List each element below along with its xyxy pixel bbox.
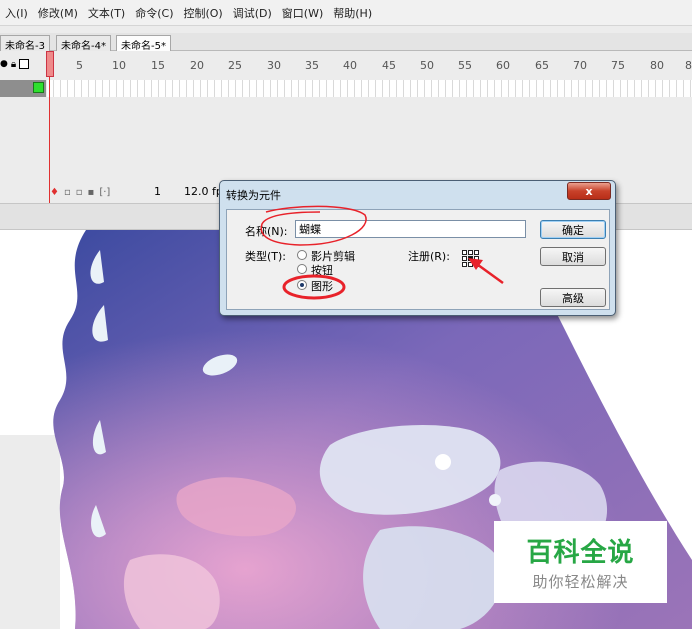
frame-number: 5 xyxy=(76,59,83,72)
frame-cells[interactable] xyxy=(47,80,692,97)
frame-number: 60 xyxy=(496,59,510,72)
watermark-subtitle: 助你轻松解决 xyxy=(532,573,629,591)
frame-number: 8 xyxy=(685,59,692,72)
menu-window[interactable]: 窗口(W) xyxy=(277,5,328,21)
reg-point[interactable] xyxy=(468,262,473,267)
playhead[interactable] xyxy=(46,51,54,77)
registration-grid[interactable] xyxy=(462,250,479,267)
radio-graphic-label: 图形 xyxy=(311,280,333,293)
reg-point[interactable] xyxy=(462,256,467,261)
frame-number: 40 xyxy=(343,59,357,72)
frame-number: 45 xyxy=(382,59,396,72)
watermark-logo: 百科全说 助你轻松解决 xyxy=(494,521,667,603)
reg-point[interactable] xyxy=(474,262,479,267)
menu-commands[interactable]: 命令(C) xyxy=(130,5,178,21)
ok-button[interactable]: 确定 xyxy=(540,220,606,239)
reg-point[interactable] xyxy=(468,250,473,255)
frame-number: 35 xyxy=(305,59,319,72)
watermark-title: 百科全说 xyxy=(526,538,635,568)
menu-bar: 入(I) 修改(M) 文本(T) 命令(C) 控制(O) 调试(D) 窗口(W)… xyxy=(0,0,692,26)
close-button[interactable]: x xyxy=(567,182,611,200)
layer-row[interactable] xyxy=(0,80,46,97)
frame-number: 70 xyxy=(573,59,587,72)
reg-point-selected[interactable] xyxy=(468,256,473,261)
modify-onion-markers-icon[interactable]: [·] xyxy=(99,187,110,198)
reg-point[interactable] xyxy=(462,262,467,267)
current-frame: 1 xyxy=(154,185,161,198)
reg-point[interactable] xyxy=(474,256,479,261)
layer-color-swatch xyxy=(33,82,44,93)
cancel-button[interactable]: 取消 xyxy=(540,247,606,266)
frame-number: 50 xyxy=(420,59,434,72)
frame-number: 15 xyxy=(151,59,165,72)
frame-ruler[interactable]: 1 5 10 15 20 25 30 35 40 45 50 55 60 65 … xyxy=(46,51,692,79)
radio-graphic[interactable] xyxy=(297,280,307,290)
layer-toggle-icons: ● 🔒︎ xyxy=(0,57,30,71)
doc-tab-5[interactable]: 未命名-5* xyxy=(116,35,171,52)
radio-button-type[interactable] xyxy=(297,264,307,274)
dialog-title: 转换为元件 xyxy=(226,189,281,202)
menu-text[interactable]: 文本(T) xyxy=(83,5,130,21)
frame-number: 30 xyxy=(267,59,281,72)
menu-insert[interactable]: 入(I) xyxy=(0,5,33,21)
outline-icon[interactable] xyxy=(19,59,30,69)
edit-multiple-frames-icon[interactable]: ▪ xyxy=(88,187,95,198)
menu-modify[interactable]: 修改(M) xyxy=(33,5,83,21)
frame-number: 10 xyxy=(112,59,126,72)
menu-debug[interactable]: 调试(D) xyxy=(228,5,277,21)
frame-rate: 12.0 fp xyxy=(184,185,223,198)
radio-movie-clip[interactable] xyxy=(297,250,307,260)
frame-number: 25 xyxy=(228,59,242,72)
dialog-content: 名称(N): 类型(T): 影片剪辑 按钮 图形 注册(R): 确定 取消 高级 xyxy=(226,209,610,310)
type-label: 类型(T): xyxy=(245,250,287,263)
reg-point[interactable] xyxy=(462,250,467,255)
registration-label: 注册(R): xyxy=(408,250,450,263)
timeline-status-icons: ♦ ▫ ▫ ▪ [·] xyxy=(50,183,110,201)
menu-control[interactable]: 控制(O) xyxy=(178,5,227,21)
symbol-name-input[interactable] xyxy=(295,220,526,238)
doc-tab-4[interactable]: 未命名-4* xyxy=(56,35,111,52)
lock-icon[interactable]: 🔒︎ xyxy=(11,59,16,70)
frame-number: 80 xyxy=(650,59,664,72)
frame-number: 75 xyxy=(611,59,625,72)
frame-number: 55 xyxy=(458,59,472,72)
convert-to-symbol-dialog: 转换为元件 x 名称(N): 类型(T): 影片剪辑 按钮 图形 注册(R): … xyxy=(219,180,616,316)
menu-help[interactable]: 帮助(H) xyxy=(328,5,377,21)
eye-icon[interactable]: ● xyxy=(0,59,8,69)
frame-number: 20 xyxy=(190,59,204,72)
doc-tab-3[interactable]: 未命名-3 xyxy=(0,35,50,52)
frame-number: 65 xyxy=(535,59,549,72)
advanced-button[interactable]: 高级 xyxy=(540,288,606,307)
center-frame-icon[interactable]: ♦ xyxy=(50,187,59,198)
reg-point[interactable] xyxy=(474,250,479,255)
name-label: 名称(N): xyxy=(245,225,288,238)
onion-skin-outline-icon[interactable]: ▫ xyxy=(76,187,83,198)
radio-button-type-label: 按钮 xyxy=(311,264,333,277)
document-tab-bar: 未命名-3 未命名-4* 未命名-5* xyxy=(0,33,692,52)
onion-skin-icon[interactable]: ▫ xyxy=(64,187,71,198)
